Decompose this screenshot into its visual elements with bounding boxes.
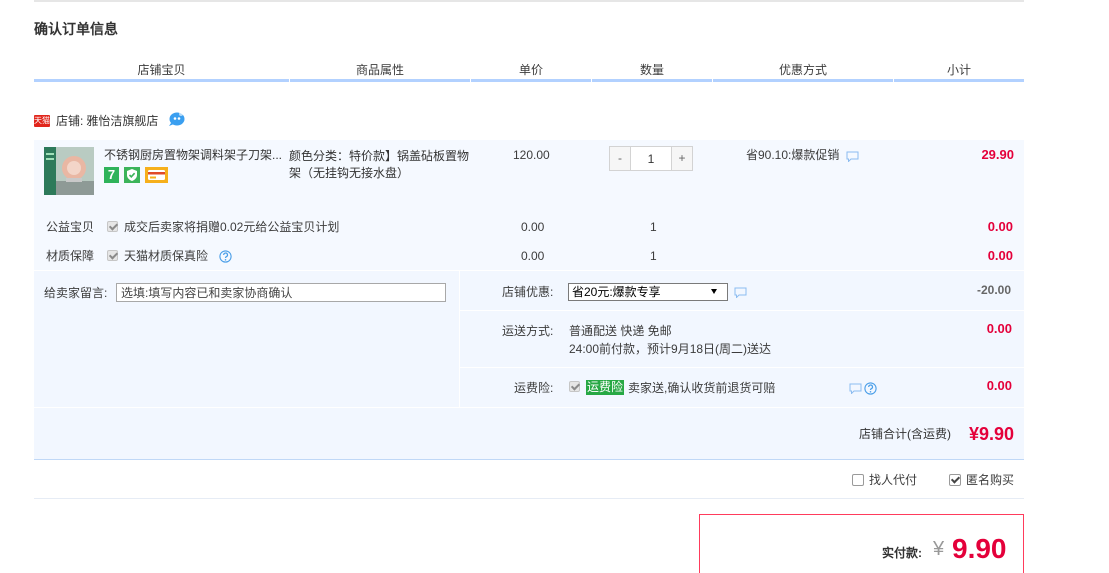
pay-for-me-checkbox[interactable] [852, 474, 864, 486]
wangwang-chat-icon[interactable] [168, 111, 185, 127]
promotion-text: 省90.10:爆款促销 [746, 148, 840, 162]
charity-text: 成交后卖家将捐赠0.02元给公益宝贝计划 [124, 220, 340, 234]
dropdown-arrow-icon [711, 289, 717, 294]
credit-card-icon[interactable] [145, 167, 168, 183]
freight-insurance-badge: 运费险 [586, 380, 624, 395]
header-subtotal: 小计 [894, 61, 1024, 82]
freight-insurance-amount: 0.00 [986, 378, 1012, 393]
quantity-input[interactable] [631, 146, 671, 171]
section-divider [34, 498, 1024, 499]
panel-divider [459, 271, 460, 407]
shop-name-link[interactable]: 雅怡洁旗舰店 [86, 114, 158, 128]
row-divider [460, 310, 1024, 311]
material-unit-price: 0.00 [521, 249, 545, 263]
header-shop-item: 店铺宝贝 [34, 61, 289, 82]
seven-day-return-icon[interactable]: 7 [104, 167, 119, 183]
tmall-logo-icon: 天猫 [34, 115, 50, 127]
charity-subtotal: 0.00 [987, 219, 1013, 234]
shop-info: 店铺: 雅怡洁旗舰店 [56, 114, 158, 128]
product-attributes: 颜色分类：特价款】锅盖砧板置物 架（无挂钩无接水盘） [289, 148, 469, 182]
material-quantity: 1 [650, 249, 657, 263]
payment-summary-box: 实付款: ¥ 9.90 [699, 514, 1024, 573]
shop-discount-amount: -20.00 [976, 283, 1011, 297]
shop-discount-label: 店铺优惠: [502, 285, 554, 299]
guarantee-shield-icon[interactable] [124, 167, 140, 183]
anonymous-purchase-label[interactable]: 匿名购买 [966, 473, 1014, 487]
seller-message-input[interactable] [116, 283, 446, 302]
charity-unit-price: 0.00 [521, 220, 545, 234]
product-thumbnail[interactable] [44, 147, 94, 195]
quantity-stepper: - + [609, 146, 695, 171]
anonymous-purchase-checkbox[interactable] [949, 474, 961, 486]
attribute-line: 架（无挂钩无接水盘） [289, 166, 410, 180]
shipping-method: 普通配送 快递 免邮 [569, 324, 672, 338]
actual-payment-amount: 9.90 [952, 533, 1007, 564]
charity-checkbox[interactable] [107, 221, 118, 232]
freight-insurance-label: 运费险: [514, 381, 554, 395]
shop-discount-selected: 省20元:爆款专享 [572, 285, 661, 299]
header-discount: 优惠方式 [713, 61, 893, 82]
shipping-eta: 24:00前付款，预计9月18日(周二)送达 [569, 342, 772, 356]
discount-message-icon[interactable] [734, 287, 747, 299]
header-unit-price: 单价 [471, 61, 591, 82]
help-icon[interactable] [864, 382, 877, 395]
item-subtotal: 29.90 [981, 147, 1014, 162]
shop-total-label: 店铺合计(含运费) [859, 427, 951, 441]
quantity-decrease-button[interactable]: - [609, 146, 631, 171]
material-subtotal: 0.00 [987, 248, 1013, 263]
currency-symbol: ¥ [933, 538, 945, 560]
shipping-label: 运送方式: [502, 324, 554, 338]
charity-quantity: 1 [650, 220, 657, 234]
promotion-message-icon[interactable] [846, 151, 859, 163]
shop-discount-select[interactable]: 省20元:爆款专享 [568, 283, 728, 301]
help-icon[interactable] [219, 250, 232, 263]
insurance-message-icon[interactable] [849, 383, 862, 395]
header-quantity: 数量 [592, 61, 712, 82]
material-insurance-text: 天猫材质保真险 [124, 249, 209, 263]
actual-payment-label: 实付款: [882, 546, 922, 560]
freight-insurance-text: 卖家送,确认收货前退货可赔 [628, 381, 776, 395]
page-title: 确认订单信息 [34, 21, 118, 37]
row-divider [34, 407, 1024, 408]
material-insurance-checkbox[interactable] [107, 250, 118, 261]
top-divider [34, 0, 1024, 2]
shop-total-amount: ¥9.90 [968, 424, 1014, 444]
row-divider [460, 367, 1024, 368]
service-label-charity: 公益宝贝 [46, 220, 95, 234]
service-label-material: 材质保障 [46, 249, 95, 263]
quantity-increase-button[interactable]: + [671, 146, 693, 171]
product-title-link[interactable]: 不锈钢厨房置物架调料架子刀架... [104, 148, 288, 162]
header-attributes: 商品属性 [290, 61, 470, 82]
freight-insurance-checkbox[interactable] [569, 381, 580, 392]
shop-label: 店铺: [56, 114, 84, 128]
unit-price: 120.00 [513, 148, 550, 162]
shipping-amount: 0.00 [986, 321, 1012, 336]
pay-for-me-label[interactable]: 找人代付 [869, 473, 917, 487]
seller-message-label: 给卖家留言: [44, 286, 108, 300]
attribute-line: 颜色分类：特价款】锅盖砧板置物 [289, 149, 470, 163]
